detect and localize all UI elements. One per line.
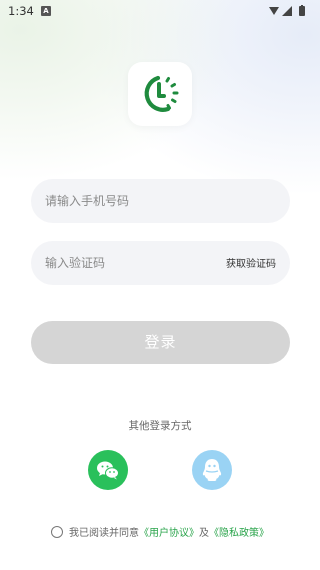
login-screen: 1:34 A 获取验证码 登录 其 xyxy=(0,0,320,570)
app-logo xyxy=(128,62,192,126)
status-icons xyxy=(268,5,312,17)
agreement-checkbox[interactable] xyxy=(51,526,63,538)
code-field: 获取验证码 xyxy=(31,241,290,285)
privacy-policy-link[interactable]: 《隐私政策》 xyxy=(209,528,269,539)
wechat-login-button[interactable] xyxy=(88,450,128,490)
wechat-icon xyxy=(97,461,119,480)
get-code-button[interactable]: 获取验证码 xyxy=(226,255,276,270)
clock-logo-icon xyxy=(144,75,179,112)
user-agreement-link[interactable]: 《用户协议》 xyxy=(139,528,199,539)
notification-icon: A xyxy=(41,6,51,16)
login-button[interactable]: 登录 xyxy=(31,321,290,364)
other-login-title: 其他登录方式 xyxy=(128,420,192,432)
agreement-and: 及 xyxy=(199,528,209,539)
qq-icon xyxy=(202,459,222,481)
agreement-row: 我已阅读并同意《用户协议》及《隐私政策》 xyxy=(0,524,320,539)
status-bar: 1:34 A xyxy=(0,0,320,24)
qq-login-button[interactable] xyxy=(192,450,232,490)
wifi-signal-battery-icon xyxy=(269,5,305,16)
status-time: 1:34 xyxy=(8,4,34,18)
agreement-prefix: 我已阅读并同意 xyxy=(69,528,139,539)
phone-input[interactable] xyxy=(31,179,290,223)
